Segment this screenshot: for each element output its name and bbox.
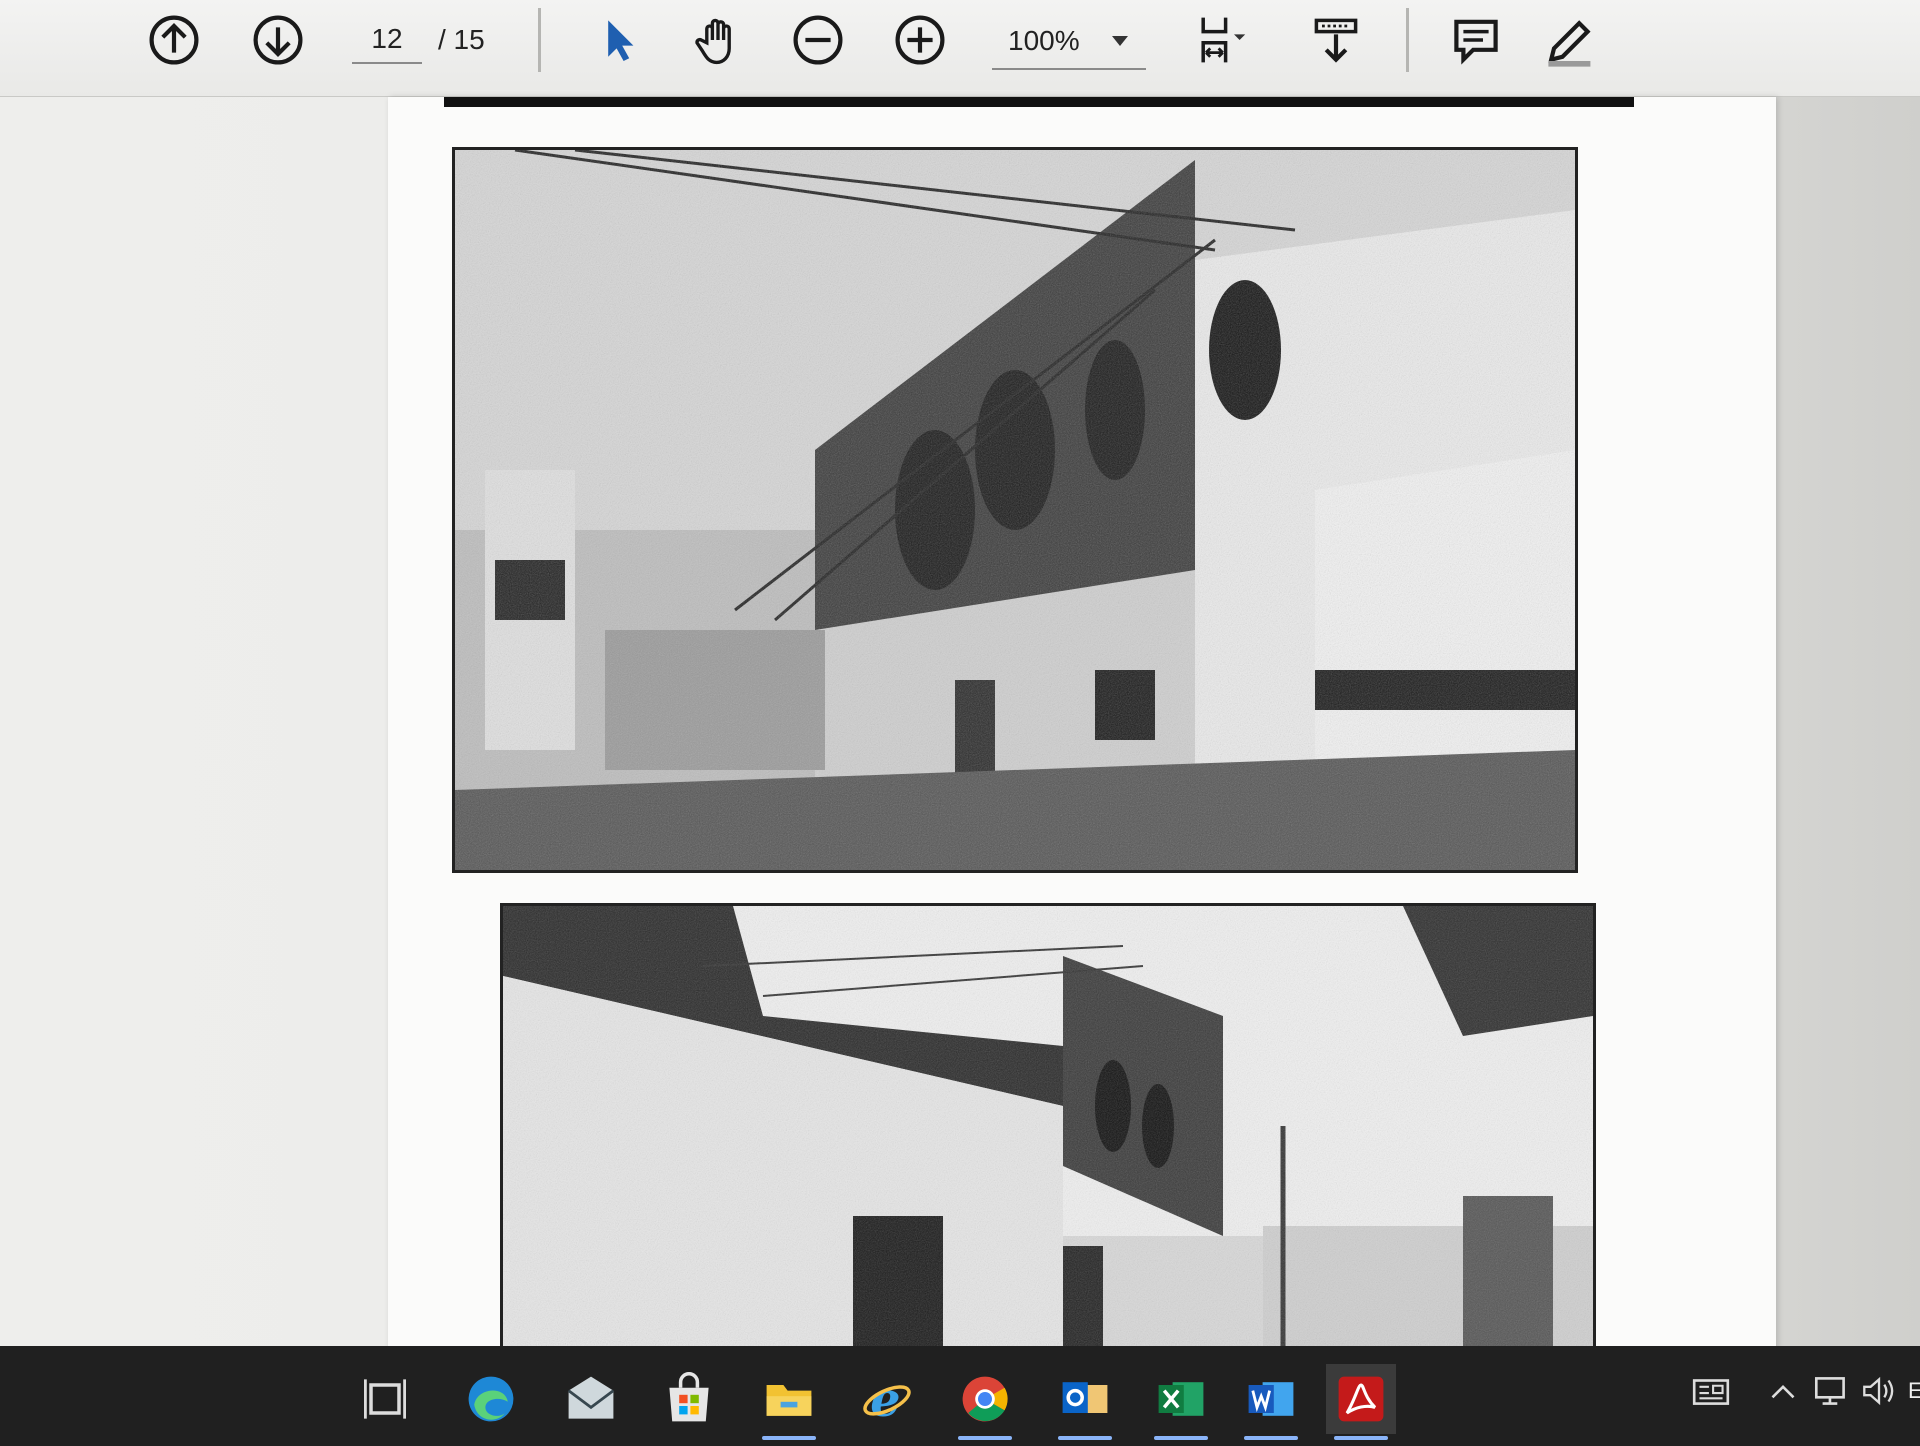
taskbar-chrome[interactable] <box>950 1364 1020 1440</box>
street-photo-image <box>503 906 1593 1386</box>
taskbar-acrobat[interactable] <box>1326 1364 1396 1440</box>
zoom-level-dropdown[interactable]: 100% <box>992 14 1146 70</box>
arrow-up-circle-icon <box>149 15 199 65</box>
page-number-input[interactable] <box>352 16 422 64</box>
acrobat-icon <box>1338 1376 1384 1422</box>
toolbar-divider <box>1406 8 1409 72</box>
taskbar-edge[interactable] <box>456 1364 526 1434</box>
page-header-rule <box>444 97 1634 107</box>
draw-button[interactable] <box>1536 8 1600 72</box>
viewer-toolbar: / 15 100% <box>0 0 1920 97</box>
taskbar-excel[interactable] <box>1146 1364 1216 1440</box>
taskbar-mail[interactable] <box>556 1364 626 1434</box>
street-house-photo-1 <box>452 147 1578 873</box>
svg-text:e: e <box>870 1372 900 1427</box>
taskbar-outlook[interactable] <box>1050 1364 1120 1440</box>
house-photo-image <box>455 150 1575 870</box>
running-indicator <box>958 1436 1012 1440</box>
task-view-button[interactable] <box>350 1364 420 1434</box>
mail-icon <box>567 1376 615 1419</box>
taskbar-store[interactable] <box>654 1364 724 1434</box>
folder-icon <box>766 1385 812 1416</box>
comment-icon <box>1454 19 1498 65</box>
page-navigator: / 15 <box>352 10 485 70</box>
internet-explorer-icon: e <box>863 1372 911 1427</box>
zoom-out-button[interactable] <box>786 8 850 72</box>
scroll-down-icon <box>1314 18 1358 63</box>
outlook-icon <box>1062 1382 1108 1413</box>
hand-icon <box>695 18 731 65</box>
hand-tool-button[interactable] <box>686 8 750 72</box>
input-language-indicator[interactable]: E <box>1908 1378 1920 1404</box>
add-comment-button[interactable] <box>1444 8 1508 72</box>
system-tray: E <box>1690 1370 1920 1412</box>
next-page-button[interactable] <box>246 8 310 72</box>
taskbar-internet-explorer[interactable]: e <box>852 1364 922 1434</box>
network-icon[interactable] <box>1810 1370 1852 1412</box>
running-indicator <box>1334 1436 1388 1440</box>
zoom-level-value: 100% <box>1008 25 1080 56</box>
volume-icon[interactable] <box>1858 1370 1900 1412</box>
task-view-icon <box>364 1379 406 1419</box>
zoom-in-icon <box>895 15 945 65</box>
running-indicator <box>1154 1436 1208 1440</box>
running-indicator <box>762 1436 816 1440</box>
scroll-mode-button[interactable] <box>1304 8 1368 72</box>
word-icon <box>1248 1382 1294 1416</box>
excel-icon <box>1158 1382 1204 1416</box>
document-viewport[interactable] <box>0 97 1920 1397</box>
toolbar-divider <box>538 8 541 72</box>
previous-page-button[interactable] <box>142 8 206 72</box>
select-tool-button[interactable] <box>586 8 650 72</box>
arrow-down-circle-icon <box>253 15 303 65</box>
running-indicator <box>1058 1436 1112 1440</box>
zoom-in-button[interactable] <box>888 8 952 72</box>
street-house-photo-2 <box>500 903 1596 1389</box>
chrome-icon <box>962 1376 1008 1422</box>
chevron-up-icon[interactable] <box>1762 1370 1804 1412</box>
store-icon <box>669 1372 709 1422</box>
edge-icon <box>468 1376 514 1422</box>
windows-taskbar: e E <box>0 1346 1920 1446</box>
zoom-out-icon <box>793 15 843 65</box>
pen-icon <box>1548 20 1591 67</box>
pdf-page <box>388 97 1776 1397</box>
chevron-down-icon <box>1112 36 1128 46</box>
cursor-arrow-icon <box>608 20 634 61</box>
fit-page-button[interactable] <box>1188 8 1252 72</box>
taskbar-file-explorer[interactable] <box>754 1364 824 1440</box>
taskbar-word[interactable] <box>1236 1364 1306 1440</box>
fit-width-icon <box>1201 17 1246 63</box>
page-total-label: / 15 <box>438 24 485 55</box>
running-indicator <box>1244 1436 1298 1440</box>
news-icon[interactable] <box>1690 1370 1732 1412</box>
